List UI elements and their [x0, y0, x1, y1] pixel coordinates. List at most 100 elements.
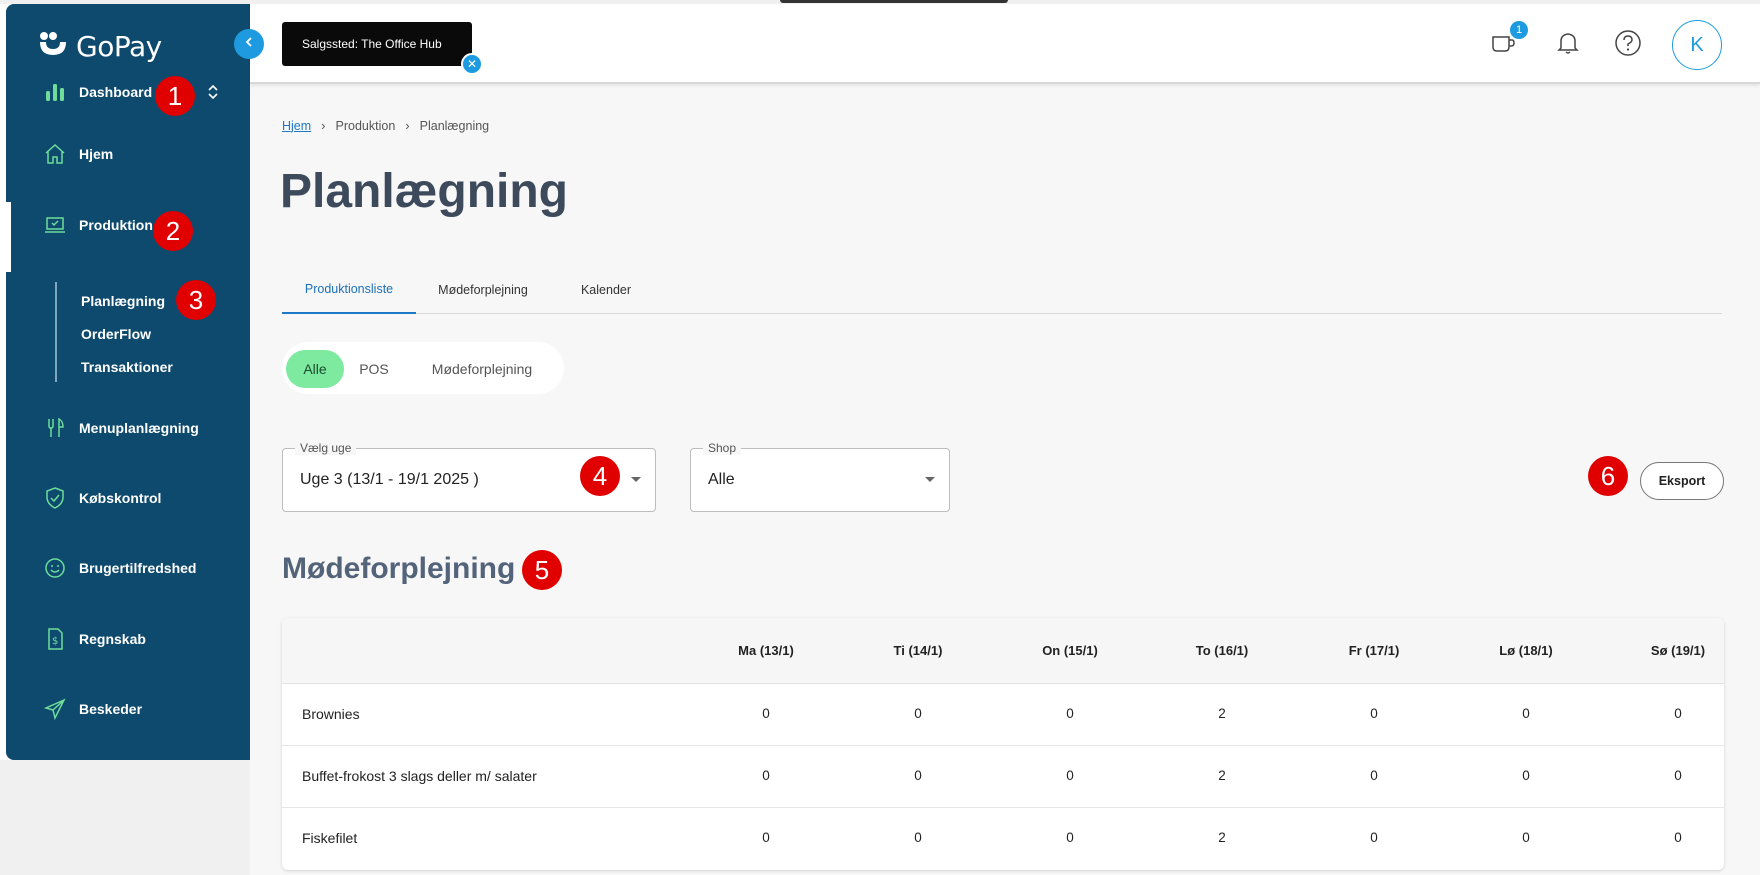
expand-collapse-icon[interactable]	[206, 83, 220, 106]
production-table: Ma (13/1) Ti (14/1) On (15/1) To (16/1) …	[282, 618, 1724, 870]
step-marker-6: 6	[1588, 456, 1628, 496]
column-header: Ma (13/1)	[738, 643, 794, 658]
dropdown-caret-icon	[925, 477, 935, 482]
export-button[interactable]: Eksport	[1640, 462, 1724, 500]
sidebar-item-dashboard[interactable]: Dashboard	[6, 72, 250, 112]
paper-plane-icon	[42, 696, 68, 722]
sidebar-item-label: Menuplanlægning	[79, 420, 199, 436]
cell-value: 0	[1674, 768, 1682, 783]
store-close-button[interactable]: ✕	[461, 53, 483, 75]
filter-alle[interactable]: Alle	[286, 350, 344, 388]
submenu-item-planlaegning[interactable]: Planlægning	[81, 293, 165, 309]
submenu-line	[55, 282, 57, 382]
cell-value: 0	[1522, 830, 1530, 845]
receipt-icon: $	[42, 626, 68, 652]
sidebar-item-label: Hjem	[79, 146, 114, 162]
smiley-icon	[42, 555, 68, 581]
sidebar-item-kobskontrol[interactable]: Købskontrol	[6, 478, 250, 518]
bar-chart-icon	[42, 79, 68, 105]
cell-value: 0	[1370, 830, 1378, 845]
tab-modeforplejning[interactable]: Mødeforplejning	[416, 266, 550, 314]
svg-text:$: $	[52, 636, 58, 647]
table-row: Buffet-frokost 3 slags deller m/ salater…	[282, 746, 1724, 808]
cell-value: 0	[914, 830, 922, 845]
background-area	[0, 760, 250, 875]
section-title: Mødeforplejning	[282, 552, 516, 585]
sidebar-item-produktion[interactable]: Produktion	[6, 205, 250, 245]
shop-select[interactable]: Shop Alle	[690, 441, 950, 512]
filter-modeforplejning[interactable]: Mødeforplejning	[406, 350, 558, 388]
main-content: Salgssted: The Office Hub ✕ 1 K Hjem › P…	[250, 4, 1760, 875]
help-button[interactable]	[1613, 29, 1643, 62]
sidebar-item-label: Dashboard	[79, 84, 153, 100]
sidebar-item-brugertilfredshed[interactable]: Brugertilfredshed	[6, 548, 250, 588]
week-select-label: Vælg uge	[295, 441, 357, 455]
chevron-right-icon: ›	[321, 118, 326, 133]
sidebar-item-label: Brugertilfredshed	[79, 560, 197, 576]
laptop-check-icon	[42, 212, 68, 238]
help-icon	[1614, 29, 1642, 62]
store-chip[interactable]: Salgssted: The Office Hub	[282, 22, 472, 66]
collapse-sidebar-button[interactable]	[234, 29, 264, 59]
cell-value: 0	[762, 830, 770, 845]
cell-value: 0	[1066, 768, 1074, 783]
logo-text: GoPay	[76, 30, 162, 63]
column-header: Sø (19/1)	[1650, 643, 1706, 658]
notifications-button[interactable]	[1553, 30, 1583, 60]
cell-value: 0	[1066, 830, 1074, 845]
column-header: On (15/1)	[1042, 643, 1098, 658]
chevron-left-icon	[243, 35, 255, 53]
breadcrumb-link-hjem[interactable]: Hjem	[282, 119, 311, 133]
sidebar-item-menuplanlaegning[interactable]: Menuplanlægning	[6, 408, 250, 448]
row-name: Fiskefilet	[302, 830, 358, 846]
row-name: Brownies	[302, 706, 360, 722]
step-marker-1: 1	[155, 76, 195, 116]
sidebar-item-beskeder[interactable]: Beskeder	[6, 689, 250, 729]
column-header: To (16/1)	[1195, 643, 1249, 658]
tab-kalender[interactable]: Kalender	[550, 266, 662, 314]
table-header: Ma (13/1) Ti (14/1) On (15/1) To (16/1) …	[282, 618, 1724, 684]
tab-produktionsliste[interactable]: Produktionsliste	[282, 266, 416, 314]
sidebar-item-label: Regnskab	[79, 631, 146, 647]
user-avatar-button[interactable]: K	[1672, 20, 1722, 70]
table-row: Brownies 0 0 0 2 0 0 0	[282, 684, 1724, 746]
breadcrumb-item-current: Planlægning	[419, 118, 490, 133]
gopay-logo-icon	[38, 31, 68, 62]
sidebar-item-regnskab[interactable]: $ Regnskab	[6, 619, 250, 659]
cell-value: 0	[1674, 706, 1682, 721]
chevron-right-icon: ›	[405, 118, 410, 133]
column-header: Lø (18/1)	[1499, 643, 1553, 658]
column-header: Fr (17/1)	[1348, 643, 1400, 658]
sidebar: GoPay Dashboard Hjem Produktion Planlægn…	[6, 4, 250, 760]
home-icon	[42, 141, 68, 167]
shop-select-value: Alle	[708, 471, 735, 488]
submenu-item-transaktioner[interactable]: Transaktioner	[81, 359, 173, 375]
window-notch	[780, 0, 1008, 3]
sidebar-item-hjem[interactable]: Hjem	[6, 134, 250, 174]
cell-value: 0	[1522, 706, 1530, 721]
close-icon: ✕	[466, 57, 478, 71]
cell-value: 0	[1674, 830, 1682, 845]
dropdown-caret-icon	[631, 477, 641, 482]
shield-check-icon	[42, 485, 68, 511]
breadcrumb-item-produktion: Produktion	[335, 118, 396, 133]
fork-knife-icon	[42, 415, 68, 441]
cell-value: 0	[762, 706, 770, 721]
cell-value: 0	[1370, 706, 1378, 721]
sidebar-item-label: Købskontrol	[79, 490, 162, 506]
row-name: Buffet-frokost 3 slags deller m/ salater	[302, 768, 537, 784]
step-marker-5: 5	[522, 550, 562, 590]
column-header: Ti (14/1)	[893, 643, 943, 658]
shop-select-label: Shop	[703, 441, 742, 455]
cell-value: 2	[1218, 830, 1226, 845]
notification-count-badge: 1	[1510, 21, 1528, 39]
top-bar: Salgssted: The Office Hub ✕ 1 K	[250, 4, 1760, 84]
table-row: Fiskefilet 0 0 0 2 0 0 0	[282, 808, 1724, 870]
cell-value: 0	[914, 706, 922, 721]
step-marker-2: 2	[153, 211, 193, 251]
step-marker-3: 3	[176, 280, 216, 320]
week-select-value: Uge 3 (13/1 - 19/1 2025 )	[300, 471, 479, 488]
filter-pos[interactable]: POS	[346, 350, 402, 388]
logo: GoPay	[38, 30, 162, 63]
submenu-item-orderflow[interactable]: OrderFlow	[81, 326, 151, 342]
